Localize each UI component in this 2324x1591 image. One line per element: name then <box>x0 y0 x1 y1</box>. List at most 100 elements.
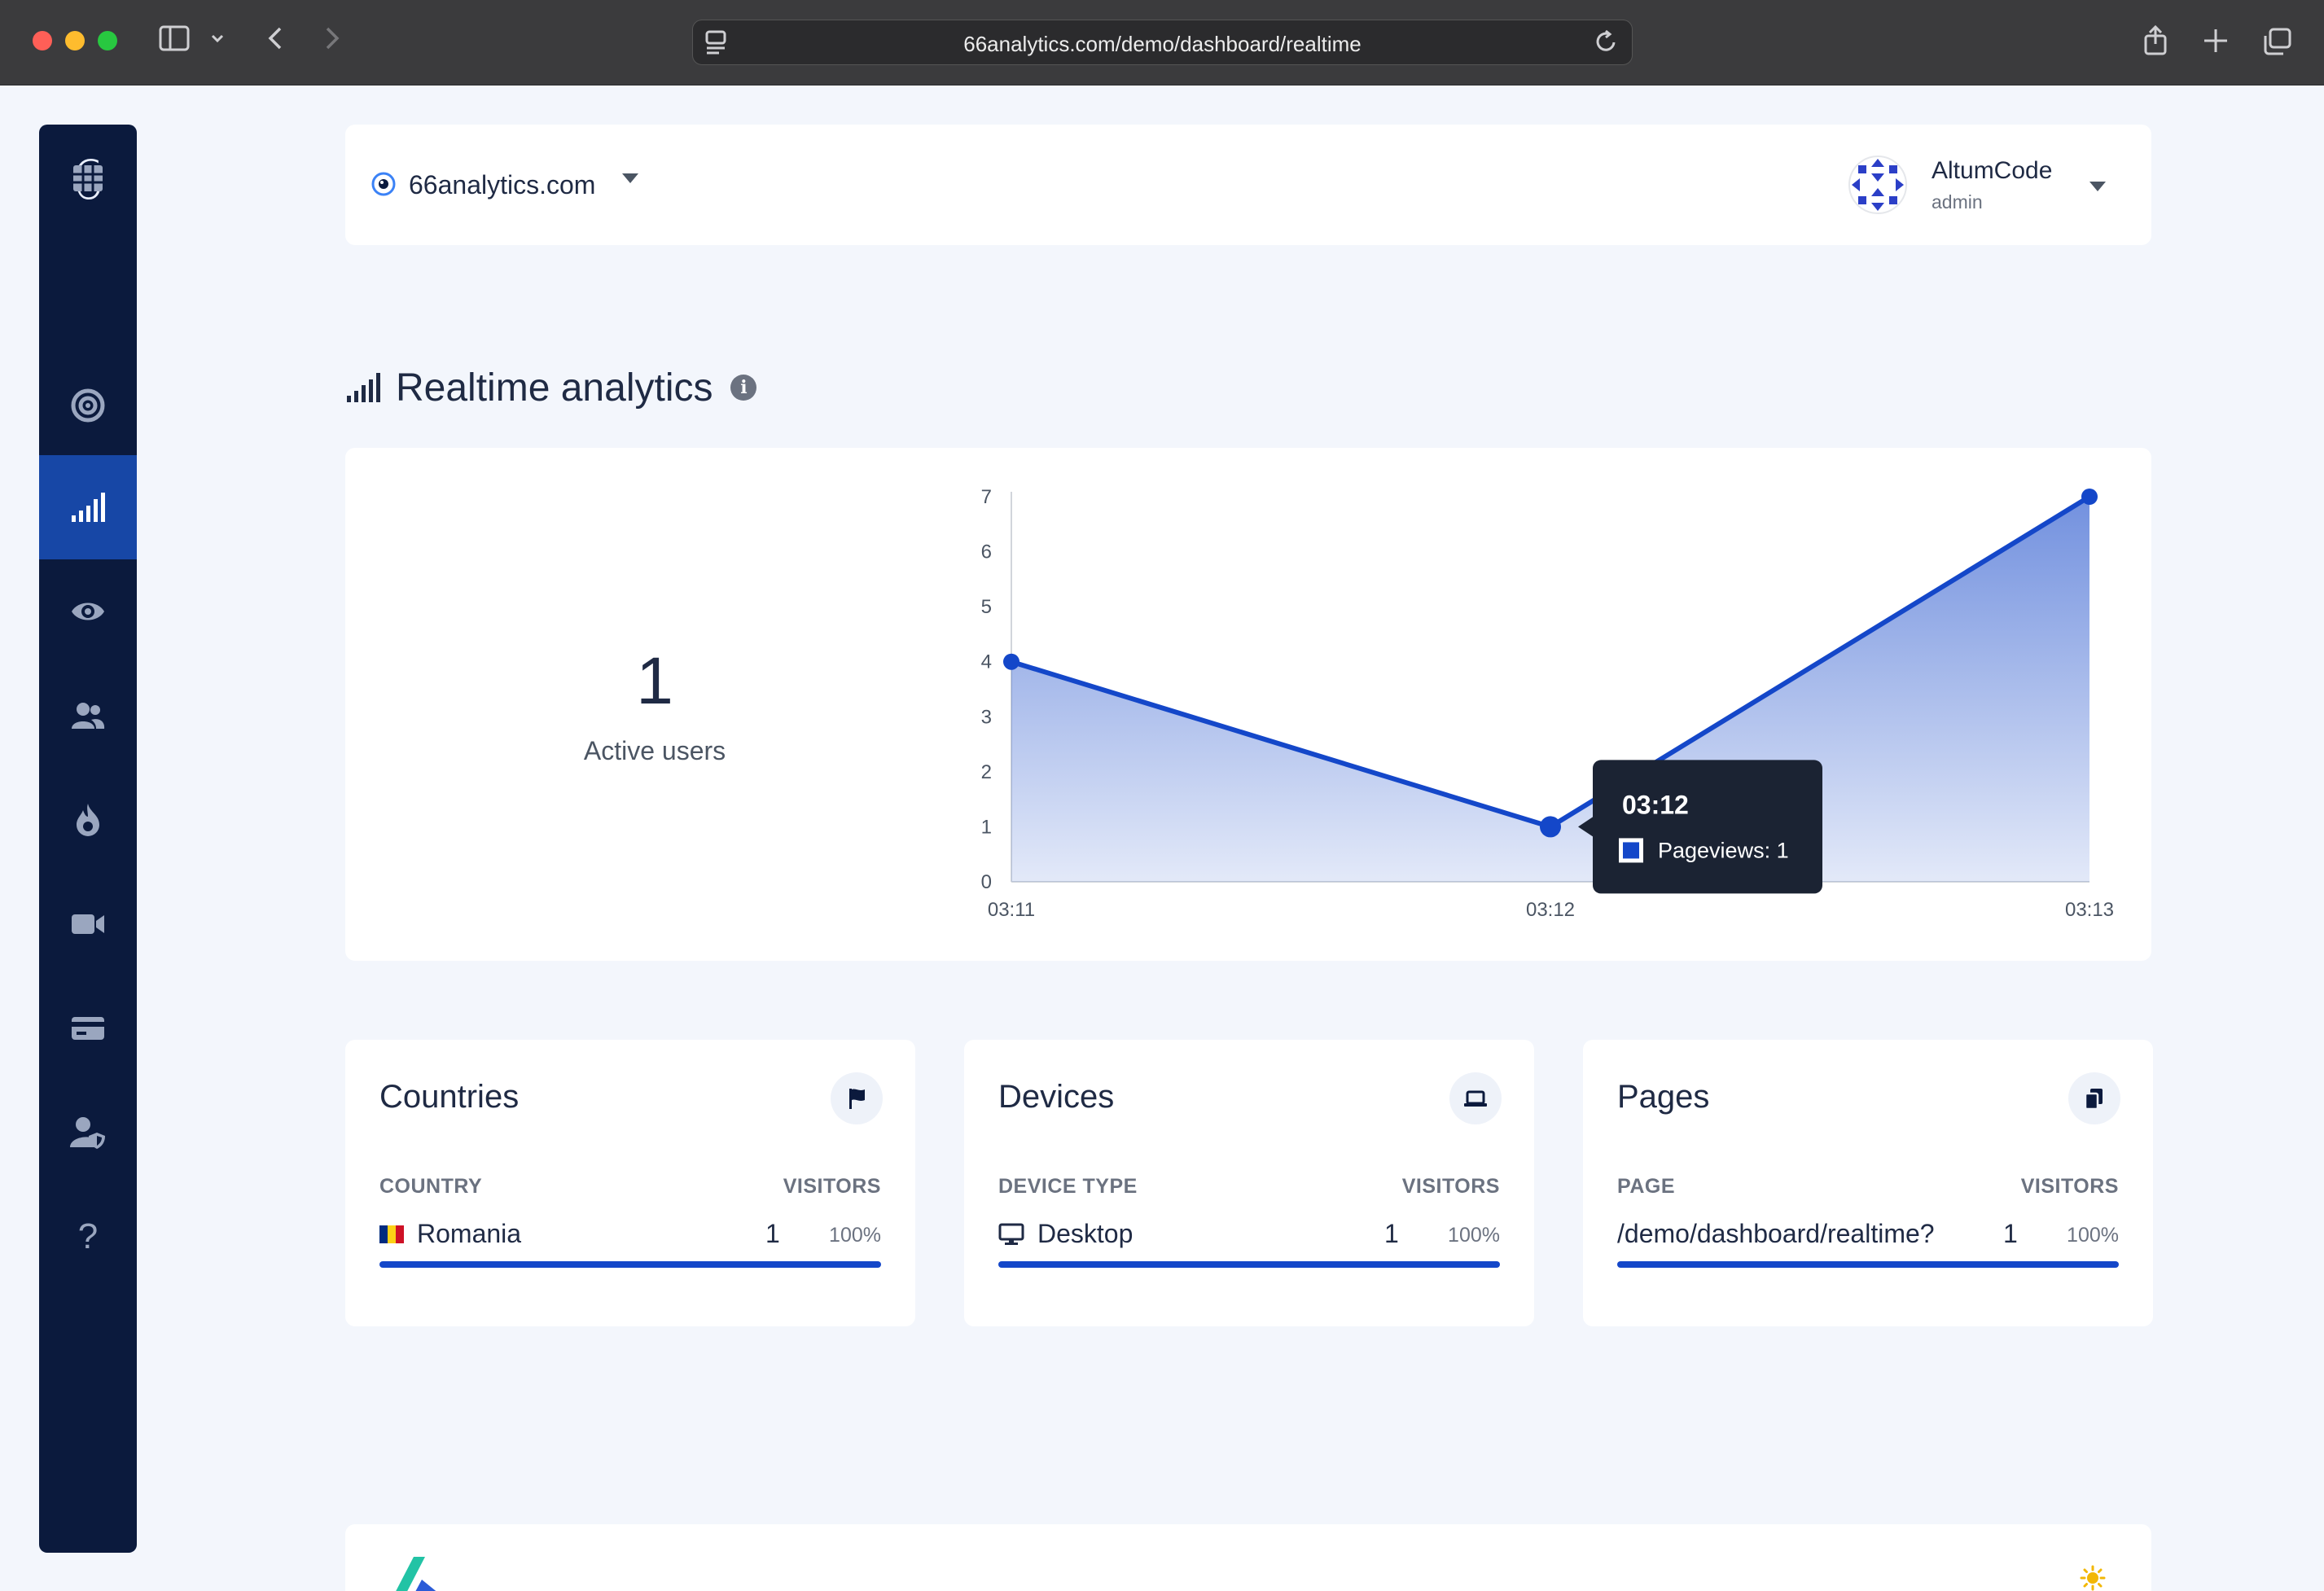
video-camera-icon <box>72 914 104 934</box>
browser-toolbar: 66analytics.com/demo/dashboard/realtime <box>0 0 2324 85</box>
y-tick-label: 5 <box>981 596 992 618</box>
devices-card: Devices DEVICE TYPE VISITORS Desktop 1 1… <box>964 1040 1534 1326</box>
user-role: admin <box>1932 191 1983 213</box>
list-item[interactable]: Romania <box>379 1219 521 1249</box>
new-tab-icon[interactable] <box>2203 24 2229 64</box>
column-header-device-type: DEVICE TYPE <box>998 1175 1138 1198</box>
brand-logo-icon <box>396 1557 436 1591</box>
card-title: Devices <box>998 1079 1115 1115</box>
data-point[interactable] <box>1003 653 1019 670</box>
x-tick-label: 03:13 <box>2065 899 2114 921</box>
card-title: Pages <box>1617 1079 1710 1115</box>
flag-icon <box>831 1072 883 1124</box>
address-bar[interactable]: 66analytics.com/demo/dashboard/realtime <box>692 20 1633 65</box>
target-icon <box>71 388 105 423</box>
minimize-window-button[interactable] <box>65 31 85 50</box>
tab-overview-icon[interactable] <box>2262 24 2293 64</box>
data-point[interactable] <box>1540 816 1561 838</box>
sidebar-item-goals[interactable] <box>39 353 137 458</box>
laptop-icon <box>1449 1072 1502 1124</box>
chevron-down-icon[interactable] <box>210 24 225 63</box>
pageviews-chart[interactable]: 0 1 2 3 4 5 6 7 03:11 03:12 03:13 03:12 Pageviews: … <box>345 448 2151 961</box>
footer-card <box>345 1524 2151 1591</box>
users-icon <box>72 703 105 729</box>
card-title: Countries <box>379 1079 520 1115</box>
user-shield-icon <box>70 1117 105 1149</box>
sidebar-item-billing[interactable] <box>39 976 137 1080</box>
progress-bar <box>998 1261 1500 1268</box>
pages-card: Pages PAGE VISITORS /demo/dashboard/real… <box>1583 1040 2153 1326</box>
section-header: Realtime analytics i <box>345 362 757 414</box>
row-percent: 100% <box>829 1224 881 1247</box>
caret-down-icon[interactable] <box>622 173 638 183</box>
progress-bar <box>1617 1261 2119 1268</box>
eye-icon <box>72 603 104 620</box>
question-icon: ? <box>77 1216 99 1256</box>
sidebar-item-recordings[interactable] <box>39 872 137 976</box>
avatar[interactable] <box>1847 154 1909 216</box>
row-percent: 100% <box>1448 1224 1500 1247</box>
sidebar-item-admin[interactable] <box>39 1080 137 1185</box>
site-favicon-icon <box>371 172 396 196</box>
row-percent: 100% <box>2067 1224 2119 1247</box>
back-icon[interactable] <box>265 24 285 59</box>
row-count: 1 <box>765 1219 780 1248</box>
caret-down-icon[interactable] <box>2089 182 2106 191</box>
close-window-button[interactable] <box>33 31 52 50</box>
user-name[interactable]: AltumCode <box>1932 157 2052 185</box>
y-tick-label: 7 <box>981 486 992 508</box>
realtime-chart-card: 1 Active users 0 1 2 3 4 5 6 7 03:11 03:12 03:13 0… <box>345 448 2151 961</box>
sidebar: 6 ? <box>39 125 137 1553</box>
info-icon[interactable]: i <box>730 375 757 401</box>
url-text: 66analytics.com/demo/dashboard/realtime <box>963 32 1362 56</box>
row-label: Romania <box>417 1219 522 1248</box>
chart-tooltip <box>1593 760 1822 894</box>
tooltip-value: Pageviews: 1 <box>1658 838 1789 862</box>
tooltip-title: 03:12 <box>1622 790 1689 819</box>
desktop-icon <box>998 1223 1024 1245</box>
sidebar-item-realtime[interactable] <box>39 455 137 559</box>
forward-icon[interactable] <box>322 24 342 59</box>
sidebar-item-heatmaps[interactable] <box>39 768 137 872</box>
signal-bars-icon <box>72 493 105 522</box>
sidebar-item-visitors[interactable] <box>39 559 137 664</box>
copy-icon <box>2068 1072 2120 1124</box>
maximize-window-button[interactable] <box>98 31 117 50</box>
y-tick-label: 1 <box>981 816 992 838</box>
list-item[interactable]: /demo/dashboard/realtime? <box>1617 1219 1935 1249</box>
row-count: 1 <box>2003 1219 2018 1248</box>
fire-icon <box>77 804 99 836</box>
website-selector[interactable]: 66analytics.com <box>409 170 595 200</box>
credit-card-icon <box>72 1017 104 1040</box>
x-tick-label: 03:12 <box>1526 899 1575 921</box>
list-item[interactable]: Desktop <box>998 1219 1133 1249</box>
y-tick-label: 4 <box>981 651 992 673</box>
sidebar-item-users[interactable] <box>39 664 137 768</box>
y-tick-label: 3 <box>981 706 992 728</box>
y-tick-label: 0 <box>981 871 992 893</box>
row-label: /demo/dashboard/realtime? <box>1617 1219 1935 1248</box>
column-header-visitors: VISITORS <box>1401 1175 1500 1198</box>
sidebar-item-help[interactable]: ? <box>39 1185 137 1289</box>
romania-flag-icon <box>379 1225 404 1243</box>
column-header-visitors: VISITORS <box>783 1175 881 1198</box>
column-header-visitors: VISITORS <box>2020 1175 2119 1198</box>
sidebar-toggle-icon[interactable] <box>159 24 190 59</box>
share-icon[interactable] <box>2142 24 2169 64</box>
x-tick-label: 03:11 <box>988 899 1035 921</box>
grid-icon <box>73 165 103 191</box>
row-label: Desktop <box>1037 1219 1133 1248</box>
row-count: 1 <box>1384 1219 1399 1248</box>
column-header-page: PAGE <box>1617 1175 1675 1198</box>
sun-icon[interactable] <box>2080 1565 2106 1591</box>
top-bar: 66analytics.com AltumCode admin <box>345 125 2151 245</box>
page-title: Realtime analytics <box>396 366 713 410</box>
progress-bar <box>379 1261 881 1268</box>
column-header-country: COUNTRY <box>379 1175 483 1198</box>
y-tick-label: 6 <box>981 541 992 563</box>
reload-icon[interactable] <box>1594 28 1619 61</box>
countries-card: Countries COUNTRY VISITORS Romania 1 100… <box>345 1040 915 1326</box>
data-point[interactable] <box>2081 489 2098 505</box>
tooltip-swatch-fill <box>1623 842 1639 859</box>
sidebar-item-dashboard[interactable] <box>39 126 137 230</box>
